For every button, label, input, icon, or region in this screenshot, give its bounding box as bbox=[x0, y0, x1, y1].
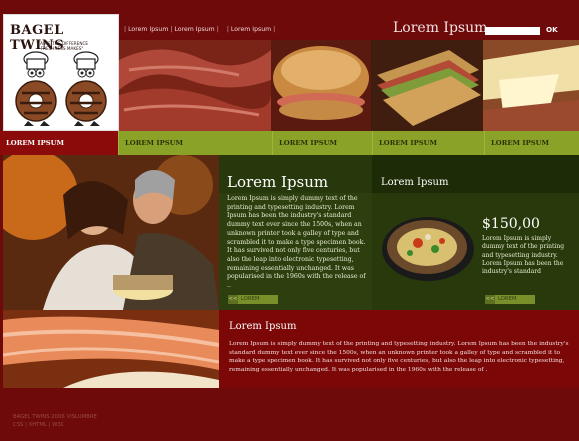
food-photo-strip bbox=[119, 40, 579, 131]
special-offer-text: Lorem Ipsum is simply dummy text of the … bbox=[482, 235, 565, 276]
nav-separator: | bbox=[170, 26, 173, 33]
nav-separator: | bbox=[273, 26, 276, 33]
about-panel-title: Lorem Ipsum bbox=[229, 321, 297, 332]
nav-separator: | bbox=[124, 26, 127, 33]
ok-button[interactable]: OK bbox=[546, 25, 558, 34]
double-arrow-icon: << bbox=[228, 295, 238, 304]
category-tabs: LOREM IPSUM LOREM IPSUM LOREM IPSUM LORE… bbox=[0, 131, 579, 155]
double-arrow-icon: << bbox=[485, 295, 495, 304]
tab-5[interactable]: LOREM IPSUM bbox=[485, 131, 579, 155]
salmon-photo bbox=[2, 310, 220, 388]
nav-link-1[interactable]: Lorem Ipsum bbox=[128, 26, 168, 33]
tab-2[interactable]: LOREM IPSUM bbox=[119, 131, 273, 155]
nav-separator: | bbox=[226, 26, 229, 33]
bagel-mascots-illustration bbox=[15, 51, 107, 126]
special-offer-title: Lorem Ipsum bbox=[381, 177, 449, 188]
footer-copyright: BAGEL TWINS 2006 VISLUMBRE bbox=[13, 414, 97, 420]
tab-3[interactable]: LOREM IPSUM bbox=[273, 131, 373, 155]
about-panel: Lorem Ipsum Lorem Ipsum is simply dummy … bbox=[219, 310, 579, 388]
intro-more-link[interactable]: << LOREM bbox=[228, 295, 278, 304]
footer-links[interactable]: CSS | XHTML | W3C bbox=[13, 422, 97, 430]
more-label: LOREM bbox=[498, 296, 517, 302]
tab-1[interactable]: LOREM IPSUM bbox=[0, 131, 119, 155]
footer: BAGEL TWINS 2006 VISLUMBRE CSS | XHTML |… bbox=[13, 414, 97, 429]
about-panel-text: Lorem Ipsum is simply dummy text of the … bbox=[229, 341, 569, 373]
more-label: LOREM bbox=[241, 296, 260, 302]
logo[interactable]: BAGEL TWINS "TASTE THE DIFFERENCE FRESHN… bbox=[3, 14, 119, 131]
tab-4[interactable]: LOREM IPSUM bbox=[373, 131, 485, 155]
nav-link-2[interactable]: Lorem Ipsum bbox=[174, 26, 214, 33]
top-nav: | Lorem Ipsum | Lorem Ipsum | | Lorem Ip… bbox=[124, 26, 275, 33]
people-eating-photo bbox=[0, 150, 219, 310]
header-title: Lorem Ipsum bbox=[393, 20, 488, 36]
nav-separator: | bbox=[216, 26, 219, 33]
search-input[interactable] bbox=[485, 27, 540, 35]
price: $150,00 bbox=[482, 216, 540, 232]
intro-panel-title: Lorem Ipsum bbox=[227, 173, 329, 191]
special-offer-panel: Lorem Ipsum $150,00 Lorem Ipsum is simpl… bbox=[372, 155, 579, 310]
special-offer-more-link[interactable]: << LOREM bbox=[485, 295, 535, 304]
platter-photo bbox=[382, 217, 474, 281]
intro-panel: Lorem Ipsum Lorem Ipsum is simply dummy … bbox=[219, 155, 372, 310]
intro-panel-text: Lorem Ipsum is simply dummy text of the … bbox=[227, 195, 366, 290]
nav-link-3[interactable]: Lorem Ipsum bbox=[231, 26, 271, 33]
